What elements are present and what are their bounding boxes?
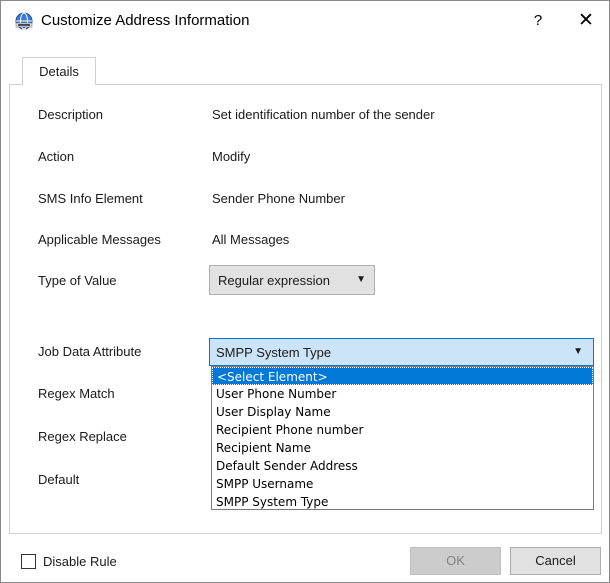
dropdown-option[interactable]: SMPP Username: [212, 475, 593, 493]
type-of-value-select[interactable]: Regular expression ▼: [209, 265, 375, 295]
dropdown-option[interactable]: Default Sender Address: [212, 457, 593, 475]
globe-network-icon: [15, 12, 33, 30]
job-data-attribute-dropdown-list[interactable]: <Select Element> User Phone Number User …: [211, 366, 594, 510]
job-data-attribute-select[interactable]: SMPP System Type ▼: [209, 338, 594, 366]
dropdown-option[interactable]: <Select Element>: [212, 367, 593, 385]
sms-info-element-value: Sender Phone Number: [212, 191, 345, 206]
dropdown-option[interactable]: Recipient Phone number: [212, 421, 593, 439]
action-label: Action: [38, 149, 75, 164]
description-label: Description: [38, 107, 104, 122]
type-of-value-selected: Regular expression: [218, 273, 331, 288]
job-data-attribute-label: Job Data Attribute: [38, 344, 142, 359]
chevron-down-icon: ▼: [356, 274, 366, 285]
cancel-button[interactable]: Cancel: [510, 547, 601, 575]
window-title: Customize Address Information: [41, 12, 250, 29]
job-data-attribute-selected: SMPP System Type: [216, 345, 332, 360]
title-bar[interactable]: Customize Address Information ? ✕: [1, 1, 609, 41]
chevron-down-icon: ▼: [573, 346, 583, 357]
close-button[interactable]: ✕: [571, 9, 601, 33]
dropdown-option[interactable]: User Display Name: [212, 403, 593, 421]
dialog-window: Customize Address Information ? ✕ Detail…: [0, 0, 610, 583]
action-value: Modify: [212, 149, 251, 164]
applicable-messages-label: Applicable Messages: [38, 232, 161, 247]
disable-rule-label[interactable]: Disable Rule: [43, 554, 117, 569]
applicable-messages-value: All Messages: [212, 232, 290, 247]
sms-info-element-label: SMS Info Element: [38, 191, 143, 206]
regex-match-label: Regex Match: [38, 386, 115, 401]
tab-details[interactable]: Details: [22, 57, 96, 85]
regex-replace-label: Regex Replace: [38, 429, 127, 444]
help-button[interactable]: ?: [523, 9, 553, 33]
ok-button[interactable]: OK: [410, 547, 501, 575]
description-value: Set identification number of the sender: [212, 107, 435, 122]
dropdown-option[interactable]: Recipient Name: [212, 439, 593, 457]
default-label: Default: [38, 472, 80, 487]
disable-rule-checkbox[interactable]: [21, 554, 36, 569]
type-of-value-label: Type of Value: [38, 273, 117, 288]
dropdown-option[interactable]: User Phone Number: [212, 385, 593, 403]
dropdown-option[interactable]: SMPP System Type: [212, 493, 593, 511]
